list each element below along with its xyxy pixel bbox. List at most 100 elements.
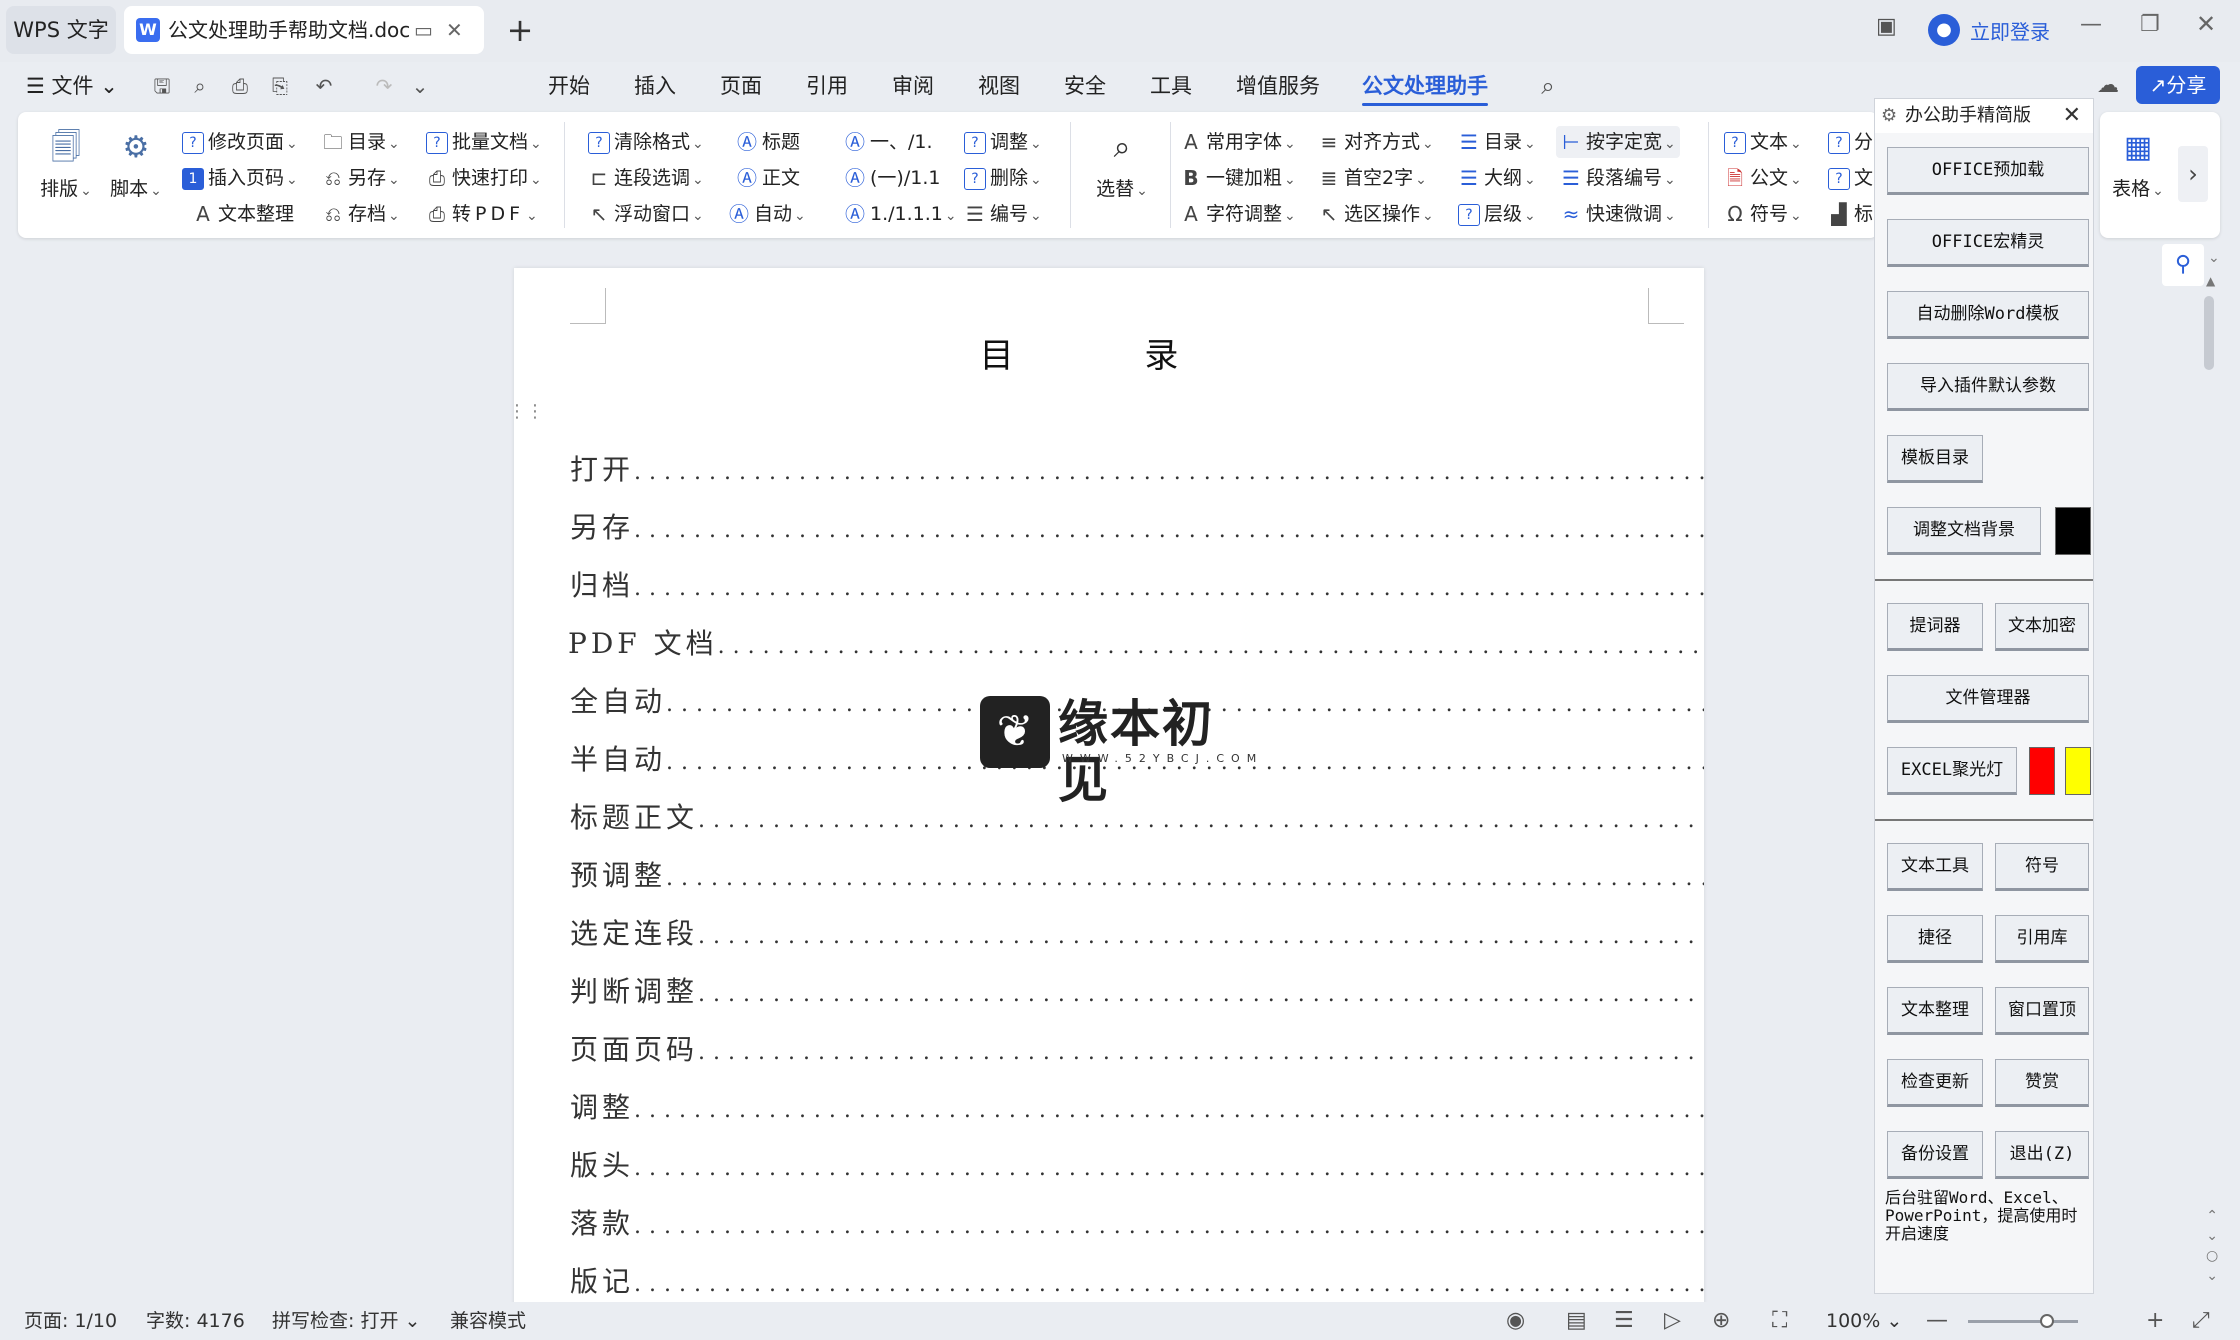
menu-security[interactable]: 安全 xyxy=(1064,62,1106,110)
float-window-button[interactable]: ↖ 浮动窗口 xyxy=(588,198,704,230)
word-count[interactable]: 字数: 4176 xyxy=(146,1302,245,1340)
window-ontop-button[interactable]: 窗口置顶 xyxy=(1995,987,2089,1035)
menu-page[interactable]: 页面 xyxy=(720,62,762,110)
share-button[interactable]: ↗分享 xyxy=(2136,66,2220,104)
level-button[interactable]: ? 层级 xyxy=(1458,198,1536,230)
menu-view[interactable]: 视图 xyxy=(978,62,1020,110)
text-cleanup-button[interactable]: A 文本整理 xyxy=(192,198,294,230)
play-icon[interactable]: ▷ xyxy=(1664,1302,1681,1340)
wen-button[interactable]: ? 文 xyxy=(1828,162,1876,194)
rail-menu-icon[interactable]: ⌄ xyxy=(2208,250,2220,266)
user-avatar-icon[interactable]: ● xyxy=(1928,14,1960,46)
web-view-icon[interactable]: ⊕ xyxy=(1712,1302,1730,1340)
close-icon[interactable]: ✕ xyxy=(2063,99,2081,133)
format-painter-icon[interactable]: ⌕ xyxy=(186,72,214,100)
search-icon[interactable]: ⌕ xyxy=(1534,72,1562,100)
import-params-button[interactable]: 导入插件默认参数 xyxy=(1887,363,2089,411)
file-menu[interactable]: ☰ 文件 ⌄ xyxy=(26,62,118,110)
yellow-color-swatch[interactable] xyxy=(2065,747,2091,795)
text-tools-button[interactable]: 文本工具 xyxy=(1887,843,1983,891)
clear-format-button[interactable]: ? 清除格式 xyxy=(588,126,704,158)
insert-pagenum-button[interactable]: 1 插入页码 xyxy=(182,162,298,194)
save-as-button[interactable]: ⎌ 另存 xyxy=(322,162,400,194)
ribbon-scroll-right-icon[interactable]: › xyxy=(2178,146,2208,202)
biao-button[interactable]: ▟ 标 xyxy=(1828,198,1876,230)
exit-button[interactable]: 退出(Z) xyxy=(1995,1131,2089,1179)
bold-button[interactable]: B 一键加粗 xyxy=(1180,162,1295,194)
page-nav-icons[interactable]: ⌃ ⌄ ○ ⌄ xyxy=(2206,1206,2218,1286)
eye-icon[interactable]: ◉ xyxy=(1506,1302,1525,1340)
red-color-swatch[interactable] xyxy=(2029,747,2055,795)
login-link[interactable]: 立即登录 xyxy=(1970,16,2050,45)
donate-button[interactable]: 赞赏 xyxy=(1995,1059,2089,1107)
numbering-level1-button[interactable]: Ⓐ 一、/1. xyxy=(844,126,933,158)
archive-button[interactable]: ⎌ 存档 xyxy=(322,198,400,230)
minimize-icon[interactable]: — xyxy=(2080,12,2102,37)
undo-icon[interactable]: ↶ xyxy=(310,72,338,100)
fen-button[interactable]: ? 分 xyxy=(1828,126,1876,158)
background-color-swatch[interactable] xyxy=(2055,507,2091,555)
office-preload-button[interactable]: OFFICE预加载 xyxy=(1887,147,2089,195)
drag-handle-icon[interactable]: ⋮⋮ xyxy=(508,400,544,424)
save-icon[interactable]: 🖫 xyxy=(148,72,176,100)
excel-spotlight-button[interactable]: EXCEL聚光灯 xyxy=(1887,747,2017,795)
body-style-button[interactable]: Ⓐ 正文 xyxy=(736,162,800,194)
outline-button[interactable]: ☰ 大纲 xyxy=(1458,162,1536,194)
spell-check[interactable]: 拼写检查: 打开 ⌄ xyxy=(272,1302,420,1340)
auto-style-button[interactable]: Ⓐ 自动 xyxy=(728,198,806,230)
menu-start[interactable]: 开始 xyxy=(548,62,590,110)
monitor-icon[interactable]: ▭ xyxy=(414,6,433,54)
numbering-level2-button[interactable]: Ⓐ (一)/1.1 xyxy=(844,162,940,194)
align-button[interactable]: ≡ 对齐方式 xyxy=(1318,126,1434,158)
auto-delete-template-button[interactable]: 自动删除Word模板 xyxy=(1887,291,2089,339)
para-number-button[interactable]: ☰ 段落编号 xyxy=(1560,162,1676,194)
menu-doc-assistant[interactable]: 公文处理助手 xyxy=(1362,62,1488,110)
backup-settings-button[interactable]: 备份设置 xyxy=(1887,1131,1983,1179)
zoom-slider-track[interactable] xyxy=(1968,1320,2078,1323)
tab-document[interactable]: W 公文处理助手帮助文档.doc ▭ ✕ xyxy=(124,6,484,54)
new-tab-button[interactable]: + xyxy=(500,8,540,52)
toc-button[interactable]: 🗀 目录 xyxy=(322,126,400,158)
quick-print-button[interactable]: ⎙ 快速打印 xyxy=(426,162,542,194)
tab-wps-home[interactable]: WPS 文字 xyxy=(6,6,116,54)
common-font-button[interactable]: A 常用字体 xyxy=(1180,126,1296,158)
number-button[interactable]: ☰ 编号 xyxy=(964,198,1042,230)
text-menu-button[interactable]: ? 文本 xyxy=(1724,126,1802,158)
menu-tools[interactable]: 工具 xyxy=(1150,62,1192,110)
file-manager-button[interactable]: 文件管理器 xyxy=(1887,675,2089,723)
select-replace-button[interactable]: ⌕ 选替 xyxy=(1082,126,1162,201)
text-organize-button[interactable]: 文本整理 xyxy=(1887,987,1983,1035)
window-layout-icon[interactable]: ▣ xyxy=(1876,14,1897,39)
doc-background-button[interactable]: 调整文档背景 xyxy=(1887,507,2041,555)
delete-button[interactable]: ? 删除 xyxy=(964,162,1042,194)
more-chevron-icon[interactable]: ⌄ xyxy=(406,72,434,100)
modify-page-button[interactable]: ? 修改页面 xyxy=(182,126,298,158)
office-macro-button[interactable]: OFFICE宏精灵 xyxy=(1887,219,2089,267)
template-toc-button[interactable]: 模板目录 xyxy=(1887,435,1983,483)
zoom-out-icon[interactable]: — xyxy=(1926,1302,1948,1340)
outline-toc-button[interactable]: ☰ 目录 xyxy=(1458,126,1536,158)
outline-view-icon[interactable]: ☰ xyxy=(1614,1302,1634,1340)
close-window-icon[interactable]: ✕ xyxy=(2196,10,2216,38)
close-tab-icon[interactable]: ✕ xyxy=(446,6,463,54)
teleprompter-button[interactable]: 提词器 xyxy=(1887,603,1983,651)
symbol-button[interactable]: Ω 符号 xyxy=(1724,198,1801,230)
zoom-slider-knob[interactable] xyxy=(2040,1314,2054,1328)
vertical-scrollbar-thumb[interactable] xyxy=(2204,296,2214,370)
quote-library-button[interactable]: 引用库 xyxy=(1995,915,2089,963)
batch-doc-button[interactable]: ? 批量文档 xyxy=(426,126,542,158)
restore-icon[interactable]: ❐ xyxy=(2140,12,2160,37)
to-pdf-button[interactable]: ⎙ 转PDF xyxy=(426,198,542,230)
fullscreen-icon[interactable]: ⤢ xyxy=(2192,1302,2210,1340)
page-indicator[interactable]: 页面: 1/10 xyxy=(24,1302,117,1340)
numbering-level3-button[interactable]: Ⓐ 1./1.1.1 xyxy=(844,198,957,230)
indent-button[interactable]: ≣ 首空2字 xyxy=(1318,162,1427,194)
redo-icon[interactable]: ↷ xyxy=(370,72,398,100)
table-button[interactable]: ▦ 表格 xyxy=(2108,126,2168,201)
gongwen-button[interactable]: 🗎 公文 xyxy=(1724,162,1802,194)
heading-style-button[interactable]: Ⓐ 标题 xyxy=(736,126,800,158)
shortcut-button[interactable]: 捷径 xyxy=(1887,915,1983,963)
location-pin-icon[interactable]: ⚲ xyxy=(2162,244,2204,286)
adjust-button[interactable]: ? 调整 xyxy=(964,126,1042,158)
fine-tune-button[interactable]: ≈ 快速微调 xyxy=(1560,198,1676,230)
